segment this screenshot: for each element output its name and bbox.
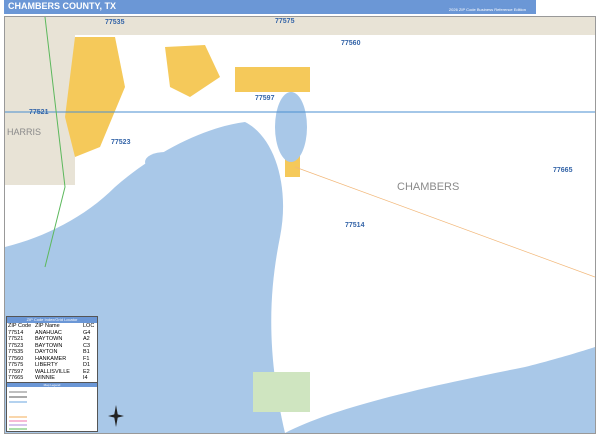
cell: 77665 — [8, 375, 24, 381]
map-header: CHAMBERS COUNTY, TX 2026 ZIP Code Busine… — [4, 0, 596, 14]
lake — [275, 92, 307, 162]
north-arrow-icon — [108, 405, 124, 427]
zip-label: 77597 — [255, 95, 275, 102]
zip-label: 77575 — [275, 18, 295, 25]
cell: WINNIE — [35, 375, 55, 381]
cell: I4 — [83, 375, 88, 381]
zip-label: 77523 — [111, 139, 131, 146]
publisher-logo — [536, 0, 596, 14]
map-legend: Map Legend — [6, 382, 98, 432]
zip-label: 77665 — [553, 167, 573, 174]
outside-county-top — [5, 17, 595, 35]
zip-label: 77521 — [29, 109, 49, 116]
county-label-chambers: CHAMBERS — [397, 181, 460, 193]
county-label-harris: HARRIS — [7, 127, 42, 137]
state-park — [253, 372, 310, 412]
lake — [145, 152, 185, 172]
zip-label: 77514 — [345, 222, 365, 229]
zip-label: 77560 — [341, 40, 361, 47]
table-row: 77665 WINNIE I4 — [7, 375, 97, 382]
map-title: CHAMBERS COUNTY, TX — [8, 1, 117, 11]
urban-area — [235, 67, 310, 92]
edition-label: 2026 ZIP Code Business Reference Edition — [448, 7, 526, 12]
legend-swatches — [9, 391, 27, 430]
zip-label: 77535 — [105, 19, 125, 26]
